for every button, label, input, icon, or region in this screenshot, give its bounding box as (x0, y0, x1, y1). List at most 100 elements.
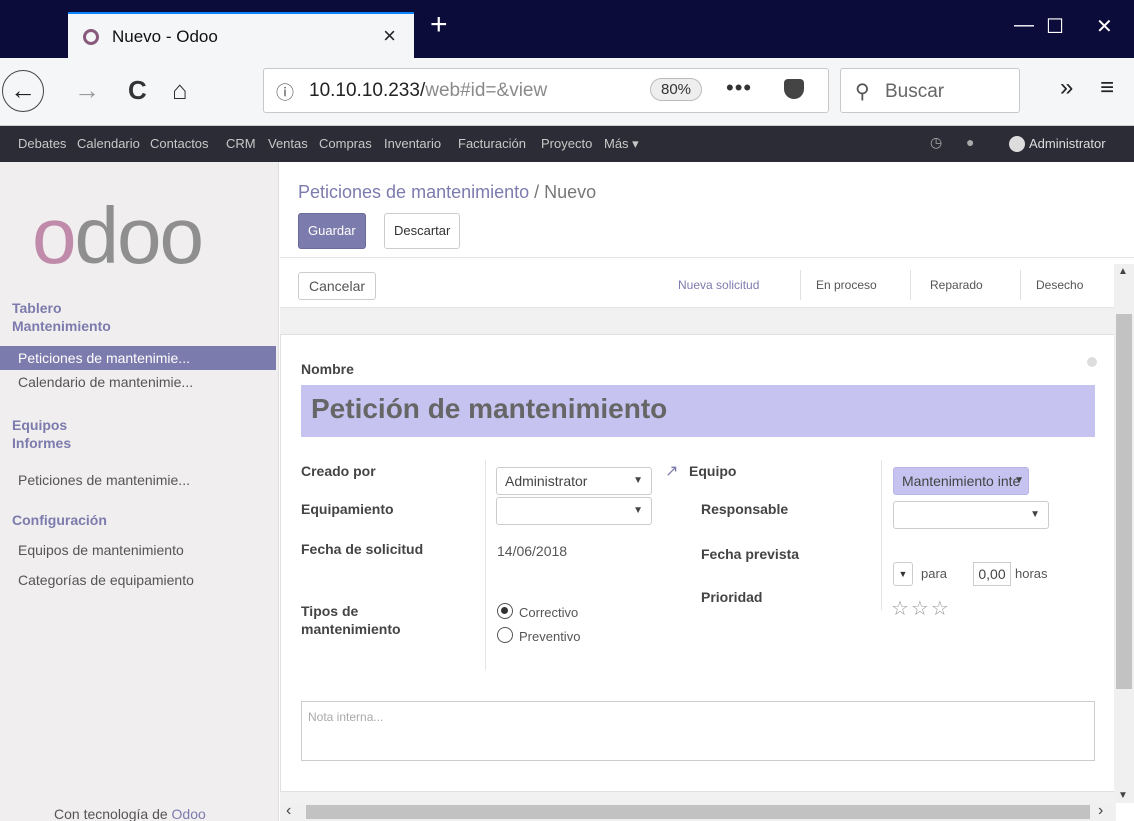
breadcrumb: Peticiones de mantenimiento / Nuevo (298, 182, 596, 203)
duration-input[interactable]: 0,00 (973, 562, 1011, 586)
user-avatar[interactable] (1009, 136, 1025, 152)
sidebar-item-peticiones[interactable]: Peticiones de mantenimie... (0, 346, 276, 370)
activity-clock-icon[interactable]: ◷ (930, 134, 942, 151)
sidebar: odoo Tablero Mantenimiento Peticiones de… (0, 162, 279, 821)
request-date-value: 14/06/2018 (497, 543, 568, 559)
column-divider (485, 460, 486, 670)
sidebar-heading-tablero[interactable]: Tablero (12, 300, 62, 316)
browser-search-box[interactable]: ⚲ Buscar (840, 68, 1020, 113)
created-by-value: Administrator (505, 473, 588, 489)
maintenance-type-label-1: Tipos de (301, 603, 359, 619)
internal-note-textarea[interactable]: Nota interna... (301, 701, 1095, 761)
menu-item-compras[interactable]: Compras (319, 136, 372, 151)
zoom-level-badge[interactable]: 80% (650, 78, 703, 101)
created-by-select[interactable]: Administrator ▼ (496, 467, 652, 495)
url-bar[interactable]: ⓘ 10.10.10.233/web#id=&view 80% ••• (263, 68, 829, 113)
menu-item-ventas[interactable]: Ventas (268, 136, 308, 151)
search-icon: ⚲ (855, 81, 870, 103)
new-tab-button[interactable]: + (430, 8, 448, 42)
odoo-logo[interactable]: odoo (32, 190, 204, 282)
window-close-button[interactable]: ✕ (1096, 14, 1113, 39)
sidebar-item-categorias-equipamiento[interactable]: Categorías de equipamiento (0, 568, 276, 592)
overflow-menu-icon[interactable]: » (1060, 74, 1073, 102)
stage-reparado[interactable]: Reparado (930, 278, 983, 292)
url-host: 10.10.10.233/ (309, 80, 426, 101)
back-arrow-icon[interactable]: ← (2, 70, 44, 112)
menu-item-debates[interactable]: Debates (18, 136, 66, 151)
home-icon[interactable]: ⌂ (172, 75, 188, 106)
chevron-down-icon: ▼ (1030, 509, 1040, 520)
sidebar-heading-informes: Informes (12, 435, 72, 451)
sidebar-item-informes-peticiones[interactable]: Peticiones de mantenimie... (0, 468, 276, 492)
external-link-icon[interactable]: ↗ (665, 461, 678, 481)
team-label: Equipo (689, 463, 737, 479)
menu-item-facturacion[interactable]: Facturación (458, 136, 526, 151)
tab-title: Nuevo - Odoo (112, 27, 218, 46)
menu-item-inventario[interactable]: Inventario (384, 136, 441, 151)
sidebar-item-calendario[interactable]: Calendario de mantenimie... (0, 370, 276, 394)
scroll-up-icon[interactable]: ▲ (1118, 266, 1128, 277)
stage-desecho[interactable]: Desecho (1036, 278, 1083, 292)
responsible-select[interactable]: ▼ (893, 501, 1049, 529)
menu-item-mas[interactable]: Más ▾ (604, 136, 639, 152)
stage-nueva-solicitud[interactable]: Nueva solicitud (678, 278, 759, 292)
scheduled-date-picker[interactable]: ▼ (893, 562, 913, 586)
priority-stars-icon[interactable]: ☆☆☆ (891, 596, 951, 621)
sidebar-heading-mantenimiento: Mantenimiento (12, 318, 111, 334)
save-button[interactable]: Guardar (298, 213, 366, 249)
equipment-label: Equipamiento (301, 501, 394, 517)
chat-icon[interactable]: ● (966, 134, 974, 150)
scroll-right-icon[interactable]: › (1098, 803, 1103, 819)
chevron-down-icon: ▼ (1014, 475, 1024, 486)
column-divider (881, 460, 882, 610)
radio-correctivo[interactable] (497, 603, 513, 619)
team-select[interactable]: Mantenimiento inte ▼ (893, 467, 1029, 495)
status-dot-icon[interactable] (1087, 357, 1097, 367)
url-path: web#id=&view (425, 80, 548, 101)
page-actions-icon[interactable]: ••• (726, 75, 752, 101)
horizontal-scrollbar[interactable]: ‹ › (280, 803, 1114, 821)
control-panel: Peticiones de mantenimiento / Nuevo Guar… (280, 162, 1134, 258)
radio-preventivo[interactable] (497, 627, 513, 643)
horizontal-scroll-thumb[interactable] (306, 805, 1090, 819)
menu-item-proyecto[interactable]: Proyecto (541, 136, 592, 151)
window-maximize-button[interactable]: ☐ (1046, 14, 1064, 39)
chevron-down-icon: ▼ (633, 475, 643, 486)
menu-item-calendario[interactable]: Calendario (77, 136, 140, 151)
window-minimize-button[interactable]: — (1014, 14, 1034, 37)
radio-correctivo-label[interactable]: Correctivo (519, 605, 578, 620)
name-label: Nombre (301, 361, 354, 377)
pocket-icon[interactable] (784, 79, 804, 99)
vertical-scroll-thumb[interactable] (1116, 314, 1132, 689)
radio-preventivo-label[interactable]: Preventivo (519, 629, 580, 644)
vertical-scrollbar[interactable]: ▲ ▼ (1114, 264, 1134, 803)
form-sheet: Nombre Petición de mantenimiento Creado … (280, 334, 1116, 792)
sidebar-item-equipos-mantenimiento[interactable]: Equipos de mantenimiento (0, 538, 276, 562)
discard-button[interactable]: Descartar (384, 213, 461, 249)
tab-close-icon[interactable]: × (383, 23, 396, 49)
sidebar-heading-equipos[interactable]: Equipos (12, 417, 67, 433)
menu-item-crm[interactable]: CRM (226, 136, 256, 151)
maintenance-type-label-2: mantenimiento (301, 621, 401, 637)
odoo-app-menu: Debates Calendario Contactos CRM Ventas … (0, 126, 1134, 162)
info-icon[interactable]: ⓘ (276, 79, 294, 105)
chevron-down-icon: ▼ (633, 505, 643, 516)
forward-arrow-icon[interactable]: → (74, 75, 100, 106)
scheduled-for-text: para (921, 566, 948, 581)
browser-tab[interactable]: Nuevo - Odoo × (68, 12, 414, 58)
breadcrumb-parent[interactable]: Peticiones de mantenimiento (298, 182, 529, 202)
user-name[interactable]: Administrator (1029, 136, 1106, 151)
scroll-down-icon[interactable]: ▼ (1118, 790, 1128, 801)
cancel-button[interactable]: Cancelar (298, 272, 377, 300)
reload-icon[interactable]: C (128, 75, 147, 106)
equipment-select[interactable]: ▼ (496, 497, 652, 525)
stage-divider (910, 270, 911, 300)
name-input[interactable]: Petición de mantenimiento (301, 385, 1095, 437)
search-placeholder: Buscar (885, 81, 945, 102)
scroll-left-icon[interactable]: ‹ (286, 803, 291, 819)
footer-odoo-link[interactable]: Odoo (172, 806, 206, 821)
status-bar: Cancelar Nueva solicitud En proceso Repa… (280, 264, 1116, 308)
hamburger-menu-icon[interactable]: ≡ (1100, 74, 1114, 102)
menu-item-contactos[interactable]: Contactos (150, 136, 209, 151)
stage-en-proceso[interactable]: En proceso (816, 278, 877, 292)
